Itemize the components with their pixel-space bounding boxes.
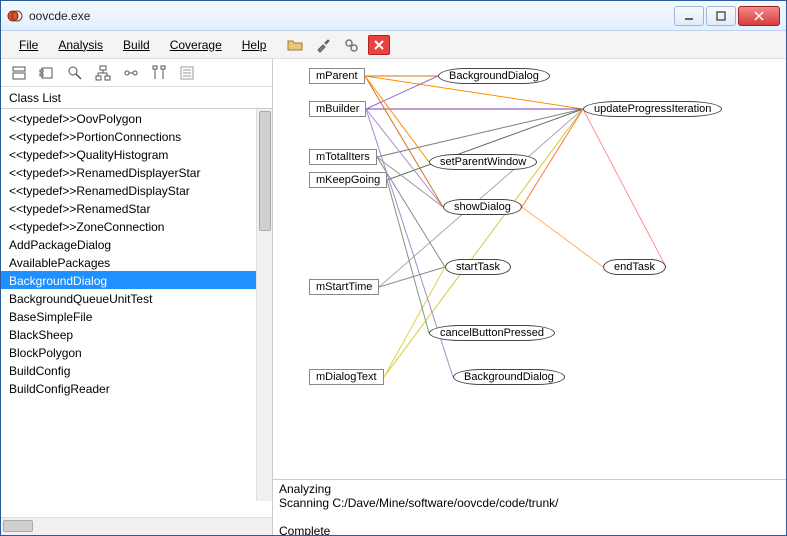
diagram-canvas[interactable]: mParent mBuilder mTotalIters mKeepGoing mSta… [273, 59, 786, 479]
list-item[interactable]: <<typedef>>ZoneConnection [1, 217, 272, 235]
content-area: Class List <<typedef>>OovPolygon<<typede… [1, 59, 786, 535]
list-item[interactable]: AddPackageDialog [1, 235, 272, 253]
tools-icon[interactable] [312, 35, 334, 55]
folder-icon[interactable] [284, 35, 306, 55]
diagram-ellipse-node[interactable]: showDialog [443, 199, 522, 215]
menu-help[interactable]: Help [232, 34, 277, 56]
list-item[interactable]: <<typedef>>RenamedDisplayerStar [1, 163, 272, 181]
close-button[interactable] [738, 6, 780, 26]
diagram-ellipse-node[interactable]: BackgroundDialog [453, 369, 565, 385]
hscroll-thumb[interactable] [3, 520, 33, 532]
diagram-rect-node[interactable]: mTotalIters [309, 149, 377, 165]
view-search-icon[interactable] [63, 63, 87, 83]
list-item[interactable]: BuildConfig [1, 361, 272, 379]
view-relation-icon[interactable] [119, 63, 143, 83]
view-toolbar [1, 59, 272, 87]
output-panel[interactable]: Analyzing Scanning C:/Dave/Mine/software… [273, 479, 786, 535]
diagram-ellipse-node[interactable]: cancelButtonPressed [429, 325, 555, 341]
list-item[interactable]: BlockPolygon [1, 343, 272, 361]
diagram-ellipse-node[interactable]: updateProgressIteration [583, 101, 722, 117]
view-hierarchy-icon[interactable] [91, 63, 115, 83]
list-item[interactable]: BlackSheep [1, 325, 272, 343]
class-list-header: Class List [1, 87, 272, 109]
list-item[interactable]: <<typedef>>PortionConnections [1, 127, 272, 145]
left-panel: Class List <<typedef>>OovPolygon<<typede… [1, 59, 273, 535]
diagram-rect-node[interactable]: mStartTime [309, 279, 379, 295]
right-area: mParent mBuilder mTotalIters mKeepGoing mSta… [273, 59, 786, 535]
class-list[interactable]: <<typedef>>OovPolygon<<typedef>>PortionC… [1, 109, 272, 517]
list-item[interactable]: BaseSimpleFile [1, 307, 272, 325]
diagram-ellipse-node[interactable]: BackgroundDialog [438, 68, 550, 84]
list-item[interactable]: <<typedef>>QualityHistogram [1, 145, 272, 163]
scroll-thumb[interactable] [259, 111, 271, 231]
list-item[interactable]: BackgroundDialog [1, 271, 272, 289]
output-line: Scanning C:/Dave/Mine/software/oovcde/co… [279, 496, 558, 510]
list-item[interactable]: BuildConfigReader [1, 379, 272, 397]
view-list-icon[interactable] [175, 63, 199, 83]
list-item[interactable]: <<typedef>>RenamedDisplayStar [1, 181, 272, 199]
maximize-button[interactable] [706, 6, 736, 26]
view-sequence-icon[interactable] [147, 63, 171, 83]
window-title: oovcde.exe [29, 9, 674, 23]
view-component-icon[interactable] [35, 63, 59, 83]
menu-analysis[interactable]: Analysis [48, 34, 113, 56]
diagram-rect-node[interactable]: mBuilder [309, 101, 366, 117]
diagram-ellipse-node[interactable]: startTask [445, 259, 511, 275]
output-line: Analyzing [279, 482, 331, 496]
minimize-button[interactable] [674, 6, 704, 26]
diagram-rect-node[interactable]: mDialogText [309, 369, 384, 385]
vertical-scrollbar[interactable] [256, 109, 272, 501]
diagram-ellipse-node[interactable]: endTask [603, 259, 666, 275]
horizontal-scrollbar[interactable] [1, 517, 272, 535]
menubar: File Analysis Build Coverage Help [1, 31, 786, 59]
menu-build[interactable]: Build [113, 34, 160, 56]
view-class-icon[interactable] [7, 63, 31, 83]
diagram-rect-node[interactable]: mParent [309, 68, 365, 84]
diagram-rect-node[interactable]: mKeepGoing [309, 172, 387, 188]
diagram-ellipse-node[interactable]: setParentWindow [429, 154, 537, 170]
list-item[interactable]: <<typedef>>RenamedStar [1, 199, 272, 217]
menu-file[interactable]: File [9, 34, 48, 56]
titlebar[interactable]: oovcde.exe [1, 1, 786, 31]
list-item[interactable]: AvailablePackages [1, 253, 272, 271]
list-item[interactable]: <<typedef>>OovPolygon [1, 109, 272, 127]
gears-icon[interactable] [340, 35, 362, 55]
app-icon [7, 8, 23, 24]
menu-coverage[interactable]: Coverage [160, 34, 232, 56]
stop-icon[interactable] [368, 35, 390, 55]
output-line: Complete [279, 524, 330, 535]
list-item[interactable]: BackgroundQueueUnitTest [1, 289, 272, 307]
app-window: oovcde.exe File Analysis Build Coverage … [0, 0, 787, 536]
